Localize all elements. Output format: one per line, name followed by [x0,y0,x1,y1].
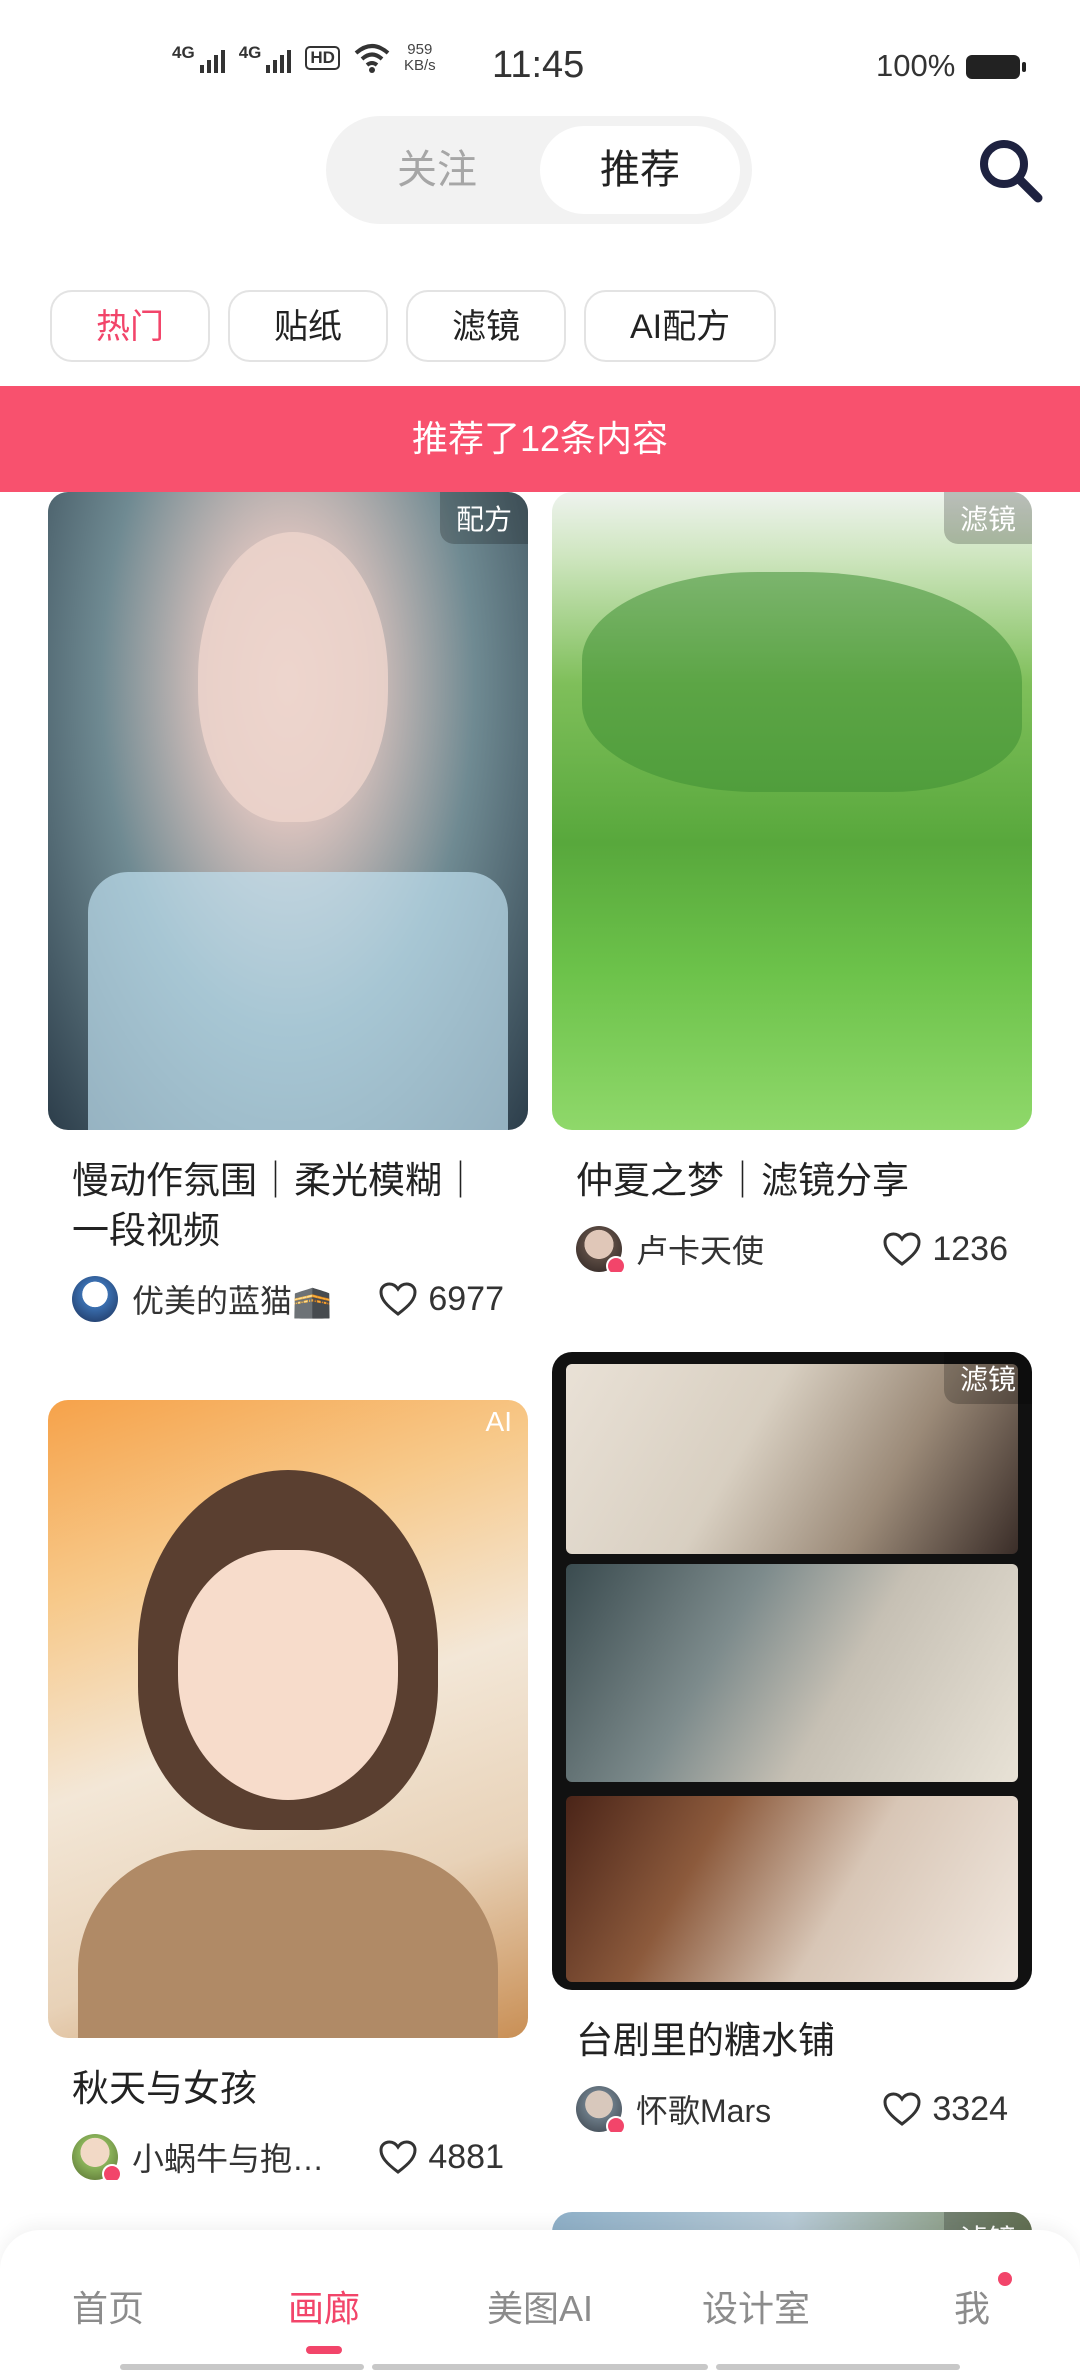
recommend-banner: 推荐了12条内容 [0,386,1080,492]
nav-design-studio[interactable]: 设计室 [681,2280,831,2332]
heart-icon [379,1282,417,1316]
verified-badge-icon [606,1256,626,1272]
card-title[interactable]: 台剧里的糖水铺 [576,2016,1008,2066]
battery-icon [966,55,1026,79]
nav-meitu-ai[interactable]: 美图AI [465,2280,615,2332]
wifi-icon [354,44,390,73]
avatar[interactable] [72,2134,122,2180]
active-tab-indicator [306,2346,342,2354]
like-count: 6977 [428,1279,504,1318]
coat-shape [78,1850,498,2038]
nav-me[interactable]: 我 [897,2280,1047,2332]
feed-card[interactable]: 配方 慢动作氛围｜柔光模糊｜一段视频 优美的蓝猫🕋 6977 [48,492,528,1326]
card-tag: 滤镜 [943,492,1032,544]
feed-card[interactable]: 滤镜 台剧里的糖水铺 怀歌Mars 3324 [552,1352,1032,2136]
heart-icon [883,1232,921,1266]
clock: 11:45 [492,44,585,86]
face-shape [178,1550,398,1800]
portrait-shape [198,532,388,822]
status-left: 4G 4G HD 959 KB/s [172,42,436,74]
gesture-bar [372,2364,708,2370]
card-title[interactable]: 仲夏之梦｜滤镜分享 [576,1156,1008,1206]
verified-badge-icon [606,2116,626,2132]
avatar[interactable] [576,2086,626,2132]
chip-filters[interactable]: 滤镜 [406,290,566,362]
feed-card[interactable]: 滤镜 仲夏之梦｜滤镜分享 卢卡天使 1236 [552,492,1032,1276]
gesture-bar [716,2364,960,2370]
nav-gallery[interactable]: 画廊 [249,2280,399,2332]
card-tag: AI [485,1406,512,1437]
like-count: 3324 [932,2089,1008,2128]
card-tag: 滤镜 [943,1352,1032,1404]
avatar[interactable] [576,1226,626,1272]
card-meta: 优美的蓝猫🕋 6977 [72,1272,504,1326]
card-image[interactable]: 滤镜 [552,1352,1032,1990]
tab-follow[interactable]: 关注 [342,126,532,214]
feed-card[interactable]: AI 秋天与女孩 小蜗牛与抱… 4881 [48,1400,528,2184]
card-title[interactable]: 秋天与女孩 [72,2064,504,2114]
like-button[interactable]: 6977 [378,1280,504,1319]
like-count: 1236 [932,1229,1008,1268]
chip-ai-recipe[interactable]: AI配方 [584,290,777,362]
bottom-nav: 首页 画廊 美图AI 设计室 我 [0,2230,1080,2376]
like-button[interactable]: 1236 [882,1230,1008,1269]
like-count: 4881 [428,2137,504,2176]
card-tag: 配方 [439,492,528,544]
heart-icon [883,2092,921,2126]
feed-toggle: 关注 推荐 [326,116,752,224]
battery-percent: 100% [876,48,956,83]
chip-hot[interactable]: 热门 [50,290,210,362]
hd-voice-icon: HD [305,46,340,70]
search-icon[interactable] [970,130,1050,210]
network-speed: 959 KB/s [403,41,436,74]
photo-panel [566,1796,1018,1982]
avatar[interactable] [72,1276,118,1322]
like-button[interactable]: 4881 [378,2138,504,2177]
cell-signal-1-icon: 4G [172,43,225,73]
author-name[interactable]: 优美的蓝猫🕋 [132,1276,332,1322]
author-name[interactable]: 小蜗牛与抱… [132,2134,324,2180]
category-chips: 热门 贴纸 滤镜 AI配方 [50,290,777,362]
chip-stickers[interactable]: 贴纸 [228,290,388,362]
trees-shape [582,572,1022,792]
verified-badge-icon [102,2164,122,2180]
author-name[interactable]: 怀歌Mars [636,2086,771,2132]
gesture-bar [120,2364,364,2370]
card-image[interactable]: 滤镜 [552,492,1032,1130]
tab-recommend[interactable]: 推荐 [540,126,740,214]
status-bar: 4G 4G HD 959 KB/s 11:45 100% [0,0,1080,110]
card-meta: 卢卡天使 1236 [576,1222,1008,1276]
notification-dot [998,2272,1012,2286]
photo-panel [566,1564,1018,1782]
author-name[interactable]: 卢卡天使 [636,1226,764,1272]
card-image[interactable]: 配方 [48,492,528,1130]
nav-home[interactable]: 首页 [33,2280,183,2332]
like-button[interactable]: 3324 [882,2090,1008,2129]
shirt-shape [88,872,508,1130]
card-meta: 怀歌Mars 3324 [576,2082,1008,2136]
card-image[interactable]: AI [48,1400,528,2038]
cell-signal-2-icon: 4G [239,43,292,73]
heart-icon [379,2140,417,2174]
card-meta: 小蜗牛与抱… 4881 [72,2130,504,2184]
card-title[interactable]: 慢动作氛围｜柔光模糊｜一段视频 [72,1156,504,1256]
